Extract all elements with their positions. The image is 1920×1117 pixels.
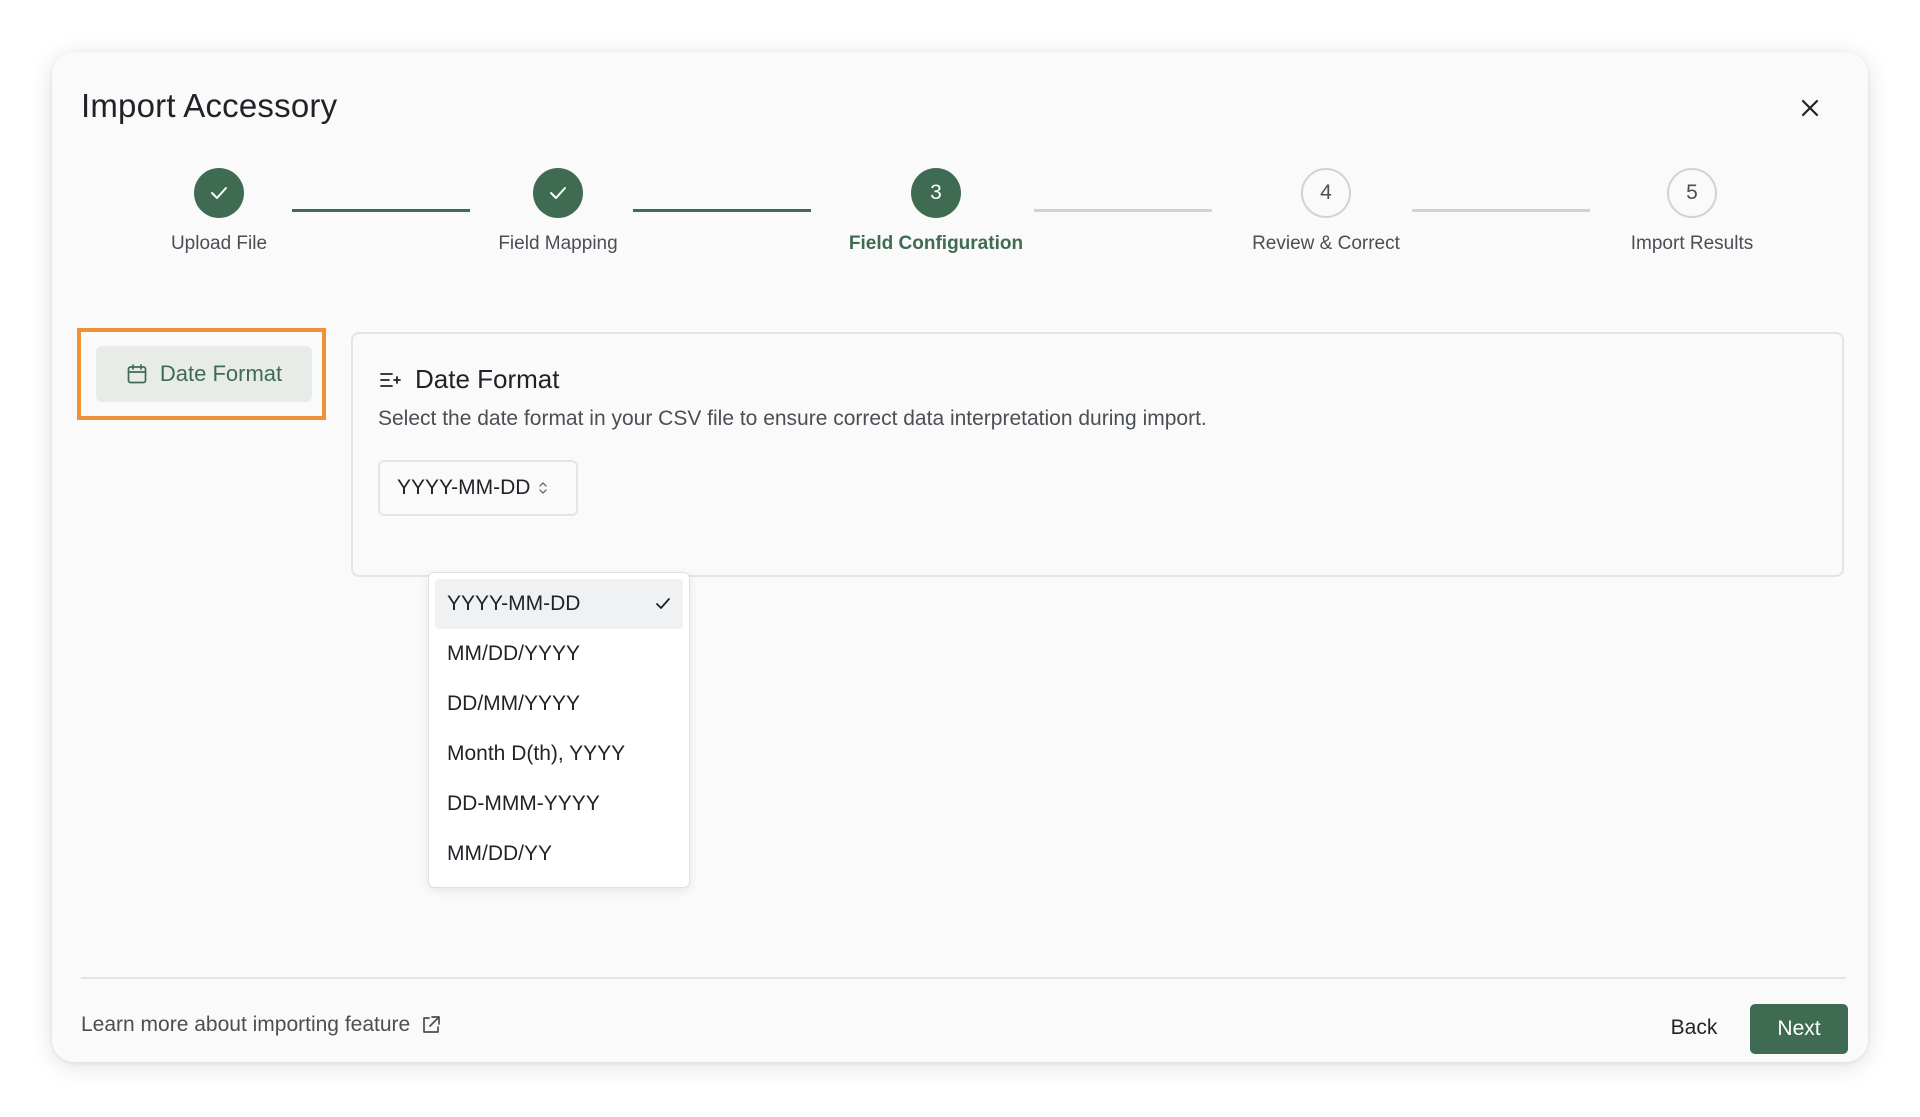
step-label: Upload File (170, 233, 268, 254)
chevron-updown-icon (539, 482, 548, 494)
footer-divider (81, 977, 1846, 979)
option-label: MM/DD/YY (447, 842, 552, 865)
step-field-configuration: 3 Field Configuration (806, 168, 1066, 255)
dropdown-option[interactable]: MM/DD/YY (435, 829, 683, 879)
step-number: 3 (911, 168, 961, 218)
step-label: Review & Correct (1252, 233, 1400, 254)
select-value: YYYY-MM-DD (397, 476, 531, 499)
step-review-correct: 4 Review & Correct (1196, 168, 1456, 255)
back-button[interactable]: Back (1644, 1004, 1744, 1052)
learn-more-link[interactable]: Learn more about importing feature (81, 1013, 442, 1037)
close-button[interactable] (1792, 90, 1828, 126)
step-import-results: 5 Import Results (1562, 168, 1822, 255)
learn-more-label: Learn more about importing feature (81, 1013, 411, 1036)
check-icon (211, 187, 227, 199)
tab-date-format[interactable]: Date Format (96, 346, 312, 402)
panel-description: Select the date format in your CSV file … (378, 407, 1207, 430)
date-format-dropdown: YYYY-MM-DD MM/DD/YYYY DD/MM/YYYY Month D… (428, 572, 690, 888)
dropdown-option[interactable]: YYYY-MM-DD (435, 579, 683, 629)
check-icon (550, 187, 566, 199)
dropdown-option[interactable]: DD/MM/YYYY (435, 679, 683, 729)
dropdown-option[interactable]: MM/DD/YYYY (435, 629, 683, 679)
panel-title: Date Format (415, 364, 560, 394)
step-label: Field Mapping (498, 233, 618, 254)
step-label: Import Results (1630, 233, 1754, 254)
panel-header: Date Format (379, 364, 560, 395)
tab-label: Date Format (159, 361, 283, 386)
dropdown-option[interactable]: Month D(th), YYYY (435, 729, 683, 779)
step-number: 4 (1301, 168, 1351, 218)
step-upload-file: Upload File (89, 168, 349, 255)
option-label: DD/MM/YYYY (447, 692, 581, 715)
close-icon (1801, 99, 1819, 117)
external-link-icon (423, 1016, 441, 1033)
option-label: MM/DD/YYYY (447, 642, 581, 665)
check-icon (656, 598, 670, 609)
calendar-icon (127, 364, 147, 384)
option-label: Month D(th), YYYY (447, 742, 626, 765)
dropdown-option[interactable]: DD-MMM-YYYY (435, 779, 683, 829)
import-modal: Import Accessory Upload File Field Mappi… (52, 52, 1868, 1062)
option-label: YYYY-MM-DD (447, 592, 581, 615)
list-add-icon (380, 372, 401, 387)
next-button[interactable]: Next (1750, 1004, 1848, 1054)
step-field-mapping: Field Mapping (428, 168, 688, 255)
step-complete-circle (194, 168, 244, 218)
step-label: Field Configuration (848, 233, 1024, 254)
step-complete-circle (533, 168, 583, 218)
step-number: 5 (1667, 168, 1717, 218)
option-label: DD-MMM-YYYY (447, 792, 600, 815)
date-format-panel: Date Format Select the date format in yo… (351, 332, 1844, 577)
date-format-select[interactable]: YYYY-MM-DD (378, 460, 578, 516)
modal-title: Import Accessory (81, 87, 338, 124)
